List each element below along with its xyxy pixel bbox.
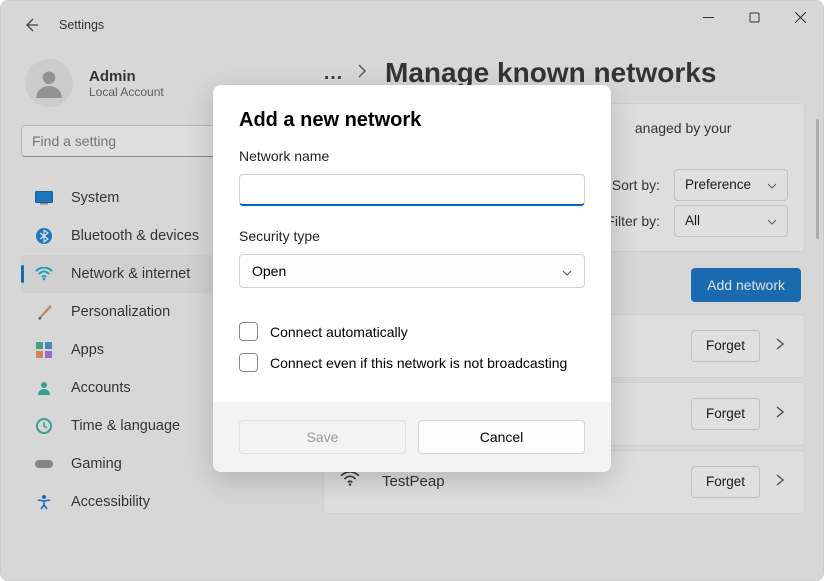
connect-auto-label: Connect automatically <box>270 324 408 340</box>
cancel-button[interactable]: Cancel <box>418 420 585 454</box>
dialog-title: Add a new network <box>239 109 585 132</box>
save-button[interactable]: Save <box>239 420 406 454</box>
chevron-down-icon <box>562 263 572 279</box>
connect-hidden-row[interactable]: Connect even if this network is not broa… <box>239 353 585 372</box>
connect-hidden-checkbox[interactable] <box>239 353 258 372</box>
connect-auto-row[interactable]: Connect automatically <box>239 322 585 341</box>
connect-hidden-label: Connect even if this network is not broa… <box>270 355 567 371</box>
network-name-label: Network name <box>239 148 585 164</box>
security-type-select[interactable]: Open <box>239 254 585 288</box>
connect-auto-checkbox[interactable] <box>239 322 258 341</box>
network-name-input[interactable] <box>239 174 585 206</box>
add-network-dialog: Add a new network Network name Security … <box>213 85 611 472</box>
security-type-label: Security type <box>239 228 585 244</box>
modal-overlay: Add a new network Network name Security … <box>1 1 823 580</box>
